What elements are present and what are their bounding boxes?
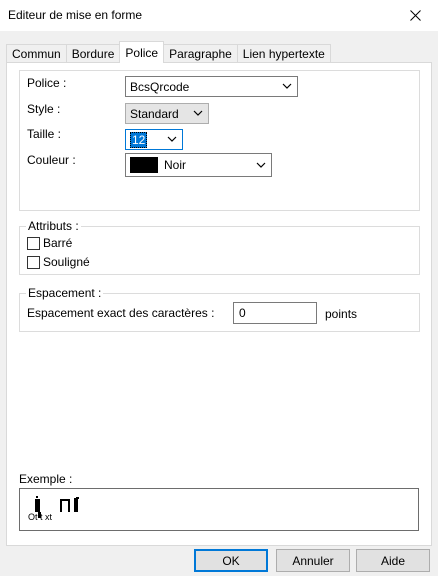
tab-strip: Commun Bordure Police Paragraphe Lien hy… xyxy=(6,41,331,63)
souligne-label: Souligné xyxy=(43,255,90,269)
couleur-value: Noir xyxy=(164,158,187,172)
tab-lien-hypertexte[interactable]: Lien hypertexte xyxy=(236,44,331,63)
dialog-body: Commun Bordure Police Paragraphe Lien hy… xyxy=(0,31,438,576)
espacement-input[interactable]: 0 xyxy=(233,302,317,324)
points-unit-label: points xyxy=(325,307,358,321)
barre-checkbox[interactable] xyxy=(27,236,40,250)
exemple-preview: Ot t xt xyxy=(19,488,419,531)
couleur-select[interactable]: Noir xyxy=(125,153,272,177)
tab-paragraphe[interactable]: Paragraphe xyxy=(163,44,238,63)
close-button[interactable] xyxy=(392,0,438,31)
ok-button[interactable]: OK xyxy=(194,549,268,572)
tab-commun[interactable]: Commun xyxy=(6,44,67,63)
couleur-label: Couleur : xyxy=(27,153,76,167)
close-icon xyxy=(409,10,421,21)
tab-police[interactable]: Police xyxy=(119,41,165,63)
style-value: Standard xyxy=(130,106,179,121)
taille-select[interactable]: 12 xyxy=(125,129,183,150)
chevron-down-icon xyxy=(167,136,177,142)
taille-label: Taille : xyxy=(27,127,62,141)
espacement-value: 0 xyxy=(239,306,246,320)
title-bar: Editeur de mise en forme xyxy=(0,0,438,31)
espacement-title: Espacement : xyxy=(26,286,104,300)
barre-checkbox-row[interactable]: Barré xyxy=(27,236,72,250)
attributs-title: Attributs : xyxy=(26,219,81,233)
chevron-down-icon xyxy=(193,110,203,116)
chevron-down-icon xyxy=(256,162,266,168)
police-select[interactable]: BcsQrcode xyxy=(125,76,298,97)
style-label: Style : xyxy=(27,102,61,116)
exemple-text: Ot t xt xyxy=(28,512,53,522)
police-panel: Police : BcsQrcode Style : Standard Tail… xyxy=(6,62,432,546)
tab-bordure[interactable]: Bordure xyxy=(65,44,121,63)
barre-label: Barré xyxy=(43,236,73,250)
aide-button[interactable]: Aide xyxy=(356,549,430,572)
taille-value: 12 xyxy=(130,131,148,148)
souligne-checkbox-row[interactable]: Souligné xyxy=(27,255,90,269)
style-select[interactable]: Standard xyxy=(125,103,209,124)
police-value: BcsQrcode xyxy=(130,79,190,94)
souligne-checkbox[interactable] xyxy=(27,255,40,269)
color-swatch xyxy=(130,157,158,173)
exemple-label: Exemple : xyxy=(19,472,73,486)
espacement-exact-label: Espacement exact des caractères : xyxy=(27,306,215,320)
police-label: Police : xyxy=(27,76,67,90)
window-title: Editeur de mise en forme xyxy=(8,8,143,22)
chevron-down-icon xyxy=(282,83,292,89)
annuler-button[interactable]: Annuler xyxy=(276,549,350,572)
